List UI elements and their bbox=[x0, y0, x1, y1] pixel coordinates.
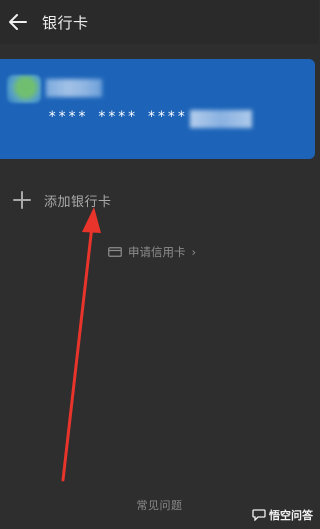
card-number-tail-redacted bbox=[190, 110, 252, 128]
plus-icon bbox=[0, 191, 44, 209]
watermark: 悟空问答 bbox=[252, 507, 313, 523]
apply-credit-card-link[interactable]: 申请信用卡 › bbox=[108, 244, 196, 260]
chevron-right-icon: › bbox=[191, 245, 197, 259]
header-bar: 银行卡 bbox=[0, 0, 319, 44]
bank-card[interactable]: **** **** **** bbox=[0, 59, 315, 159]
app-screen: 银行卡 **** **** **** 添加银行卡 申请信用卡 › 常见问题 悟空… bbox=[0, 0, 319, 529]
apply-credit-card-label: 申请信用卡 bbox=[128, 245, 186, 259]
back-button[interactable] bbox=[0, 0, 36, 44]
bank-name-redacted bbox=[46, 79, 102, 97]
card-number: **** **** **** bbox=[48, 109, 188, 125]
add-bank-card-button[interactable]: 添加银行卡 bbox=[0, 182, 319, 218]
watermark-text: 悟空问答 bbox=[269, 509, 313, 522]
chat-bubble-icon bbox=[252, 509, 266, 521]
page-title: 银行卡 bbox=[42, 13, 89, 32]
card-icon bbox=[108, 247, 122, 257]
arrow-left-icon bbox=[9, 14, 27, 30]
bank-logo-icon bbox=[7, 75, 41, 103]
add-bank-card-label: 添加银行卡 bbox=[44, 194, 112, 210]
